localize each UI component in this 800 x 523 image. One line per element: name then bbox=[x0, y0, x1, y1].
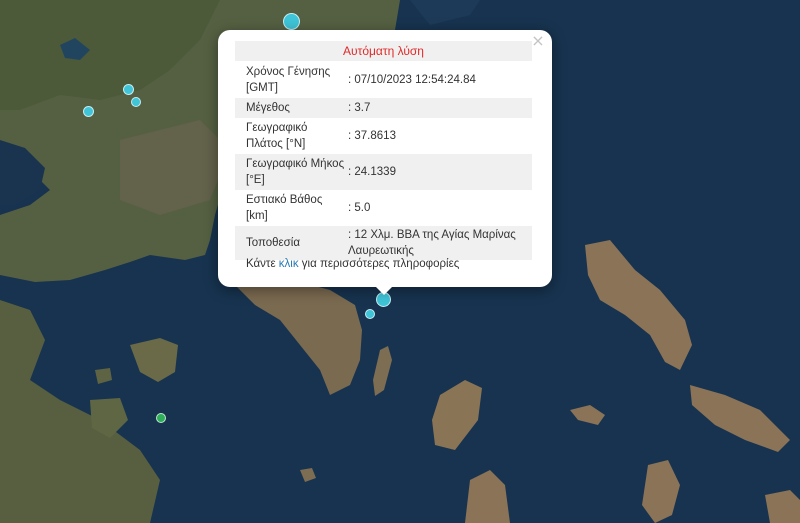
earthquake-marker[interactable] bbox=[365, 309, 375, 319]
latitude-value: : 37.8613 bbox=[348, 130, 396, 142]
table-row: Εστιακό Βάθος [km] : 5.0 bbox=[235, 190, 532, 226]
table-row: Μέγεθος : 3.7 bbox=[235, 98, 532, 118]
more-info-text: Κάντε κλικ για περισσότερες πληροφορίες bbox=[246, 258, 459, 270]
table-row: Χρόνος Γένησης [GMT] : 07/10/2023 12:54:… bbox=[235, 62, 532, 98]
earthquake-marker[interactable] bbox=[131, 97, 141, 107]
earthquake-marker[interactable] bbox=[123, 84, 134, 95]
earthquake-marker[interactable] bbox=[283, 13, 300, 30]
more-info-prefix: Κάντε bbox=[246, 258, 279, 270]
earthquake-info-table: Χρόνος Γένησης [GMT] : 07/10/2023 12:54:… bbox=[235, 62, 532, 260]
satellite-map[interactable]: × Αυτόματη λύση Χρόνος Γένησης [GMT] : 0… bbox=[0, 0, 800, 523]
earthquake-popup: × Αυτόματη λύση Χρόνος Γένησης [GMT] : 0… bbox=[218, 30, 552, 287]
more-info-suffix: για περισσότερες πληροφορίες bbox=[298, 258, 460, 270]
table-row: Γεωγραφικό Πλάτος [°N] : 37.8613 bbox=[235, 118, 532, 154]
popup-tip bbox=[375, 286, 393, 295]
close-icon[interactable]: × bbox=[530, 33, 546, 49]
location-label: Τοποθεσία bbox=[235, 226, 345, 260]
origin-time-value: : 07/10/2023 12:54:24.84 bbox=[348, 74, 476, 86]
popup-title: Αυτόματη λύση bbox=[235, 41, 532, 61]
depth-label: Εστιακό Βάθος [km] bbox=[246, 194, 323, 222]
table-row: Γεωγραφικό Μήκος [°E] : 24.1339 bbox=[235, 154, 532, 190]
earthquake-marker[interactable] bbox=[83, 106, 94, 117]
longitude-value: : 24.1339 bbox=[345, 154, 532, 190]
earthquake-marker[interactable] bbox=[156, 413, 166, 423]
latitude-label: Γεωγραφικό Πλάτος [°N] bbox=[246, 122, 308, 150]
more-info-link[interactable]: κλικ bbox=[279, 258, 299, 270]
magnitude-label: Μέγεθος bbox=[235, 98, 345, 118]
location-value: : 12 Χλμ. ΒΒΑ της Αγίας Μαρίνας Λαυρεωτι… bbox=[345, 226, 532, 260]
longitude-label: Γεωγραφικό Μήκος [°E] bbox=[235, 154, 345, 190]
table-row: Τοποθεσία : 12 Χλμ. ΒΒΑ της Αγίας Μαρίνα… bbox=[235, 226, 532, 260]
magnitude-value: : 3.7 bbox=[345, 98, 532, 118]
origin-time-label: Χρόνος Γένησης [GMT] bbox=[246, 66, 331, 94]
depth-value: : 5.0 bbox=[348, 202, 371, 214]
